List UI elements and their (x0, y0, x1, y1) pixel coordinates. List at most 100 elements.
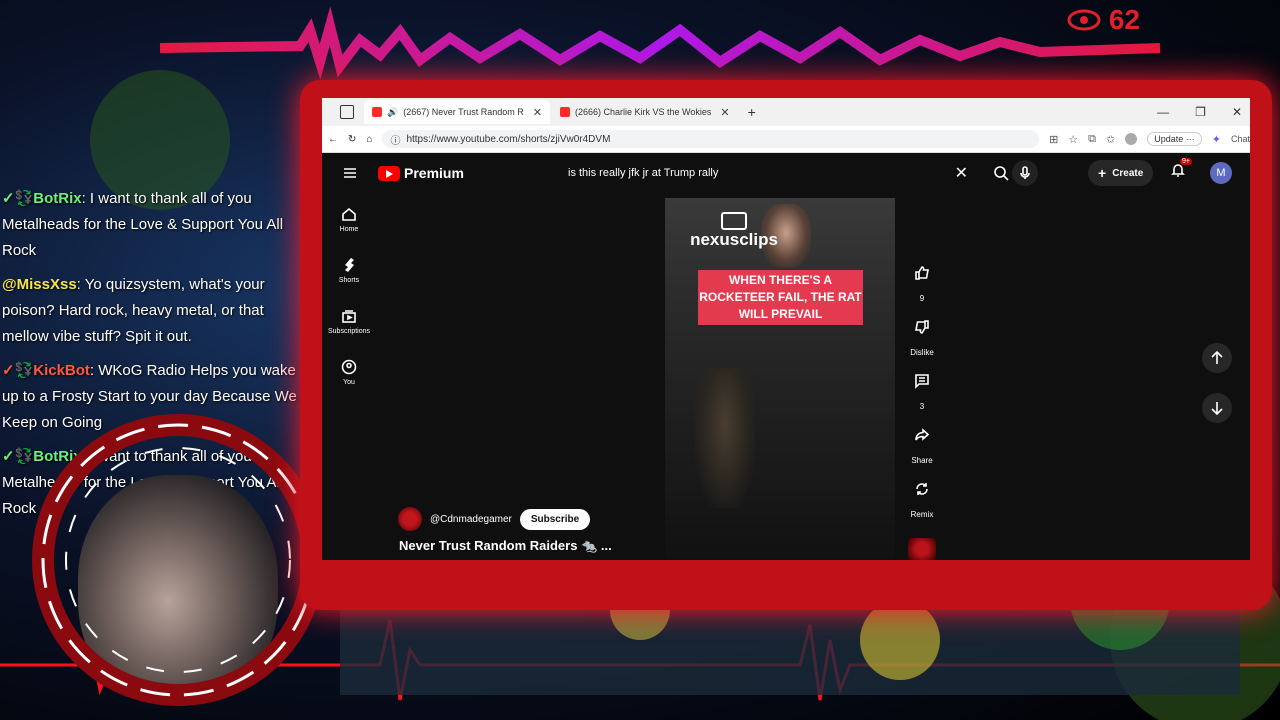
microphone-icon (1020, 166, 1030, 179)
comment-count: 3 (919, 402, 925, 411)
dislike-button[interactable] (907, 312, 937, 342)
video-title[interactable]: Never Trust Random Raiders 🐀 ... (399, 538, 612, 554)
tab-charlie-kirk[interactable]: (2666) Charlie Kirk VS the Wokies ✕ (552, 100, 738, 124)
comments-action: 3 (900, 366, 944, 420)
like-count: 9 (919, 294, 925, 303)
arrow-down-icon (1211, 402, 1223, 416)
chat-username: @MissXss (2, 276, 77, 293)
site-info-icon[interactable]: ⓘ (390, 132, 400, 147)
share-label: Share (911, 456, 933, 465)
favorites-icon[interactable]: ✩ (1106, 133, 1115, 146)
viewer-count-value: 62 (1108, 4, 1140, 35)
watermark-icon (721, 212, 747, 230)
close-icon[interactable]: ✕ (720, 106, 729, 119)
remix-action: Remix (900, 474, 944, 528)
chat-button[interactable]: Chat (1231, 134, 1250, 144)
shorts-icon (345, 258, 354, 272)
close-window-icon[interactable]: ✕ (1232, 105, 1242, 119)
tab-never-trust[interactable]: 🔊 (2667) Never Trust Random R ✕ (364, 100, 550, 124)
extensions-icon[interactable]: ⧉ (1088, 133, 1096, 146)
logo-text: Premium (404, 165, 464, 181)
close-icon[interactable]: ✕ (533, 106, 542, 119)
subscriptions-icon (342, 310, 356, 323)
clear-search-icon[interactable]: ✕ (955, 163, 968, 183)
share-button[interactable] (907, 420, 937, 450)
dislike-label: Dislike (910, 348, 934, 357)
tribal-frame (32, 414, 324, 706)
game-character (695, 368, 755, 508)
favorite-star-icon[interactable]: ☆ (1068, 133, 1078, 146)
arrow-up-icon (1211, 350, 1223, 364)
url-field[interactable]: ⓘ https://www.youtube.com/shorts/zjiVw0r… (382, 130, 1040, 148)
update-button[interactable]: Update ··· (1147, 132, 1202, 146)
remix-label: Remix (910, 510, 934, 519)
channel-name[interactable]: @Cdnmadegamer (430, 514, 512, 525)
search-icon (994, 166, 1009, 181)
tab-label: (2666) Charlie Kirk VS the Wokies (574, 107, 712, 117)
subscribe-button[interactable]: Subscribe (519, 508, 591, 530)
minimize-icon[interactable]: — (1157, 105, 1169, 119)
comments-button[interactable] (907, 366, 937, 396)
channel-info: @Cdnmadegamer Subscribe (398, 507, 591, 531)
remix-button[interactable] (907, 474, 937, 504)
youtube-header: Premium ✕ + Create 9+ M (322, 153, 1250, 193)
youtube-logo[interactable]: Premium (378, 165, 464, 181)
youtube-play-icon (378, 165, 400, 181)
window-controls: — ❐ ✕ (1157, 105, 1250, 119)
account-avatar[interactable]: M (1210, 162, 1232, 184)
new-tab-button[interactable]: + (748, 104, 756, 120)
short-actions: 9 Dislike 3 Share Remix (900, 258, 944, 528)
reload-icon[interactable]: ↻ (348, 134, 356, 145)
sidebar-item-home[interactable]: Home (322, 194, 376, 245)
video-caption: WHEN THERE'S A ROCKETEER FAIL, THE RAT W… (698, 270, 863, 325)
back-icon[interactable]: ← (328, 134, 338, 145)
share-action: Share (900, 420, 944, 474)
youtube-favicon-icon (372, 107, 382, 117)
channel-watermark: nexusclips (689, 212, 779, 250)
url-text: https://www.youtube.com/shorts/zjiVw0r4D… (406, 133, 611, 145)
chat-message: ✓💱BotRix: I want to thank all of you Met… (2, 186, 308, 264)
short-navigation (1202, 343, 1232, 443)
watermark-text: nexusclips (690, 230, 778, 249)
tab-label: (2667) Never Trust Random R (403, 107, 524, 117)
browser-window: 🔊 (2667) Never Trust Random R ✕ (2666) C… (322, 98, 1250, 560)
remix-icon (916, 483, 928, 495)
search-box: ✕ (556, 159, 1016, 187)
top-audio-waveform (159, 6, 1161, 80)
share-icon (915, 428, 930, 441)
create-button[interactable]: + Create (1088, 160, 1154, 186)
sidebar-item-shorts[interactable]: Shorts (322, 245, 376, 296)
you-icon (341, 359, 357, 375)
youtube-sidebar: Home Shorts Subscriptions You (322, 194, 376, 398)
update-label: Update (1154, 134, 1184, 144)
sidebar-item-subscriptions[interactable]: Subscriptions (322, 296, 376, 347)
comment-icon (915, 374, 929, 389)
profile-icon[interactable] (1125, 133, 1138, 145)
thumbs-down-icon (915, 320, 929, 334)
channel-avatar[interactable] (398, 507, 422, 531)
chat-username: ✓💱KickBot (2, 362, 90, 379)
voice-search-button[interactable] (1012, 160, 1038, 186)
tab-actions-icon[interactable] (340, 105, 354, 119)
next-short-avatar[interactable] (908, 538, 936, 560)
split-screen-icon[interactable]: ⊞ (1049, 133, 1058, 146)
address-bar-icons: ⊞ ☆ ⧉ ✩ Update ··· ✦ Chat (1049, 132, 1250, 146)
like-button[interactable] (907, 258, 937, 288)
plus-icon: + (1098, 165, 1107, 181)
notifications-button[interactable]: 9+ (1170, 158, 1192, 183)
short-video-player[interactable]: nexusclips WHEN THERE'S A ROCKETEER FAIL… (665, 198, 895, 560)
next-short-button[interactable] (1202, 393, 1232, 423)
notification-badge: 9+ (1180, 158, 1192, 165)
restore-icon[interactable]: ❐ (1195, 105, 1206, 119)
search-input[interactable] (556, 166, 955, 180)
like-action: 9 (900, 258, 944, 312)
home-icon (342, 207, 356, 221)
menu-icon[interactable] (342, 165, 358, 181)
home-browser-icon[interactable]: ⌂ (366, 134, 372, 145)
sidebar-item-label: You (343, 379, 355, 386)
sidebar-item-you[interactable]: You (322, 347, 376, 398)
eye-icon (1067, 9, 1101, 31)
previous-short-button[interactable] (1202, 343, 1232, 373)
copilot-icon[interactable]: ✦ (1212, 133, 1221, 146)
speaker-icon: 🔊 (387, 106, 399, 117)
